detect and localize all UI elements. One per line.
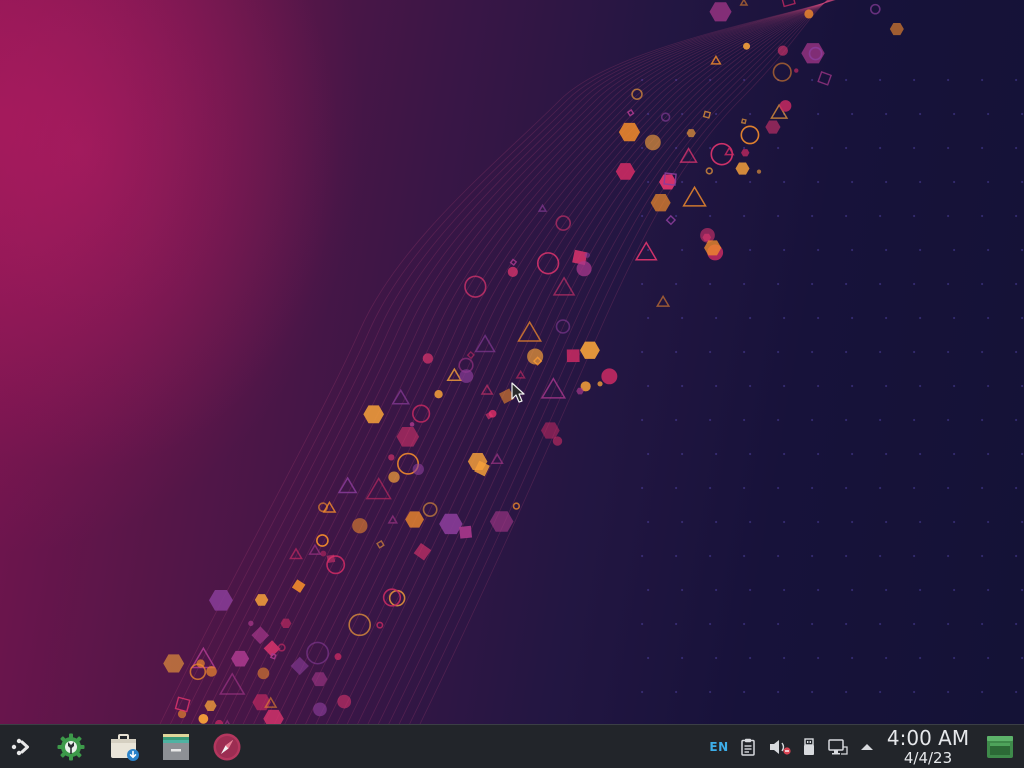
volume-muted-icon [770,740,791,755]
show-desktop-icon [987,736,1013,758]
expand-tray-arrow-icon [861,744,873,750]
show-desktop-button[interactable] [982,729,1018,765]
briefcase-download-icon [111,734,139,761]
clock-time: 4:00 AM [886,726,970,750]
show-hidden-tray-button[interactable] [858,736,876,758]
ark-archiver-button[interactable] [158,729,194,765]
wallpaper-dots [641,78,1024,694]
removable-device-button[interactable] [800,736,818,758]
keyboard-layout-indicator[interactable]: EN [706,736,732,758]
usb-device-icon [804,738,814,755]
compass-icon [213,733,241,761]
wallpaper [0,0,1024,724]
taskbar: EN 4:00 AM 4/4/23 [0,724,1024,768]
clipboard-icon [741,738,755,756]
mouse-cursor-icon [511,382,525,403]
application-launcher-button[interactable] [3,729,39,765]
system-settings-button[interactable] [53,729,89,765]
network-wired-icon [828,739,848,755]
web-browser-button[interactable] [209,729,245,765]
volume-button[interactable] [767,736,793,758]
clipboard-button[interactable] [738,736,758,758]
digital-clock[interactable]: 4:00 AM 4/4/23 [880,726,976,768]
clock-date: 4/4/23 [903,749,953,767]
desktop[interactable] [0,0,1024,724]
network-button[interactable] [827,736,849,758]
wrench-gear-icon [57,733,85,761]
discover-store-button[interactable] [106,729,142,765]
archive-box-icon [163,734,189,760]
keyboard-layout-label: EN [709,740,729,754]
steamdeck-launcher-icon [11,738,29,756]
